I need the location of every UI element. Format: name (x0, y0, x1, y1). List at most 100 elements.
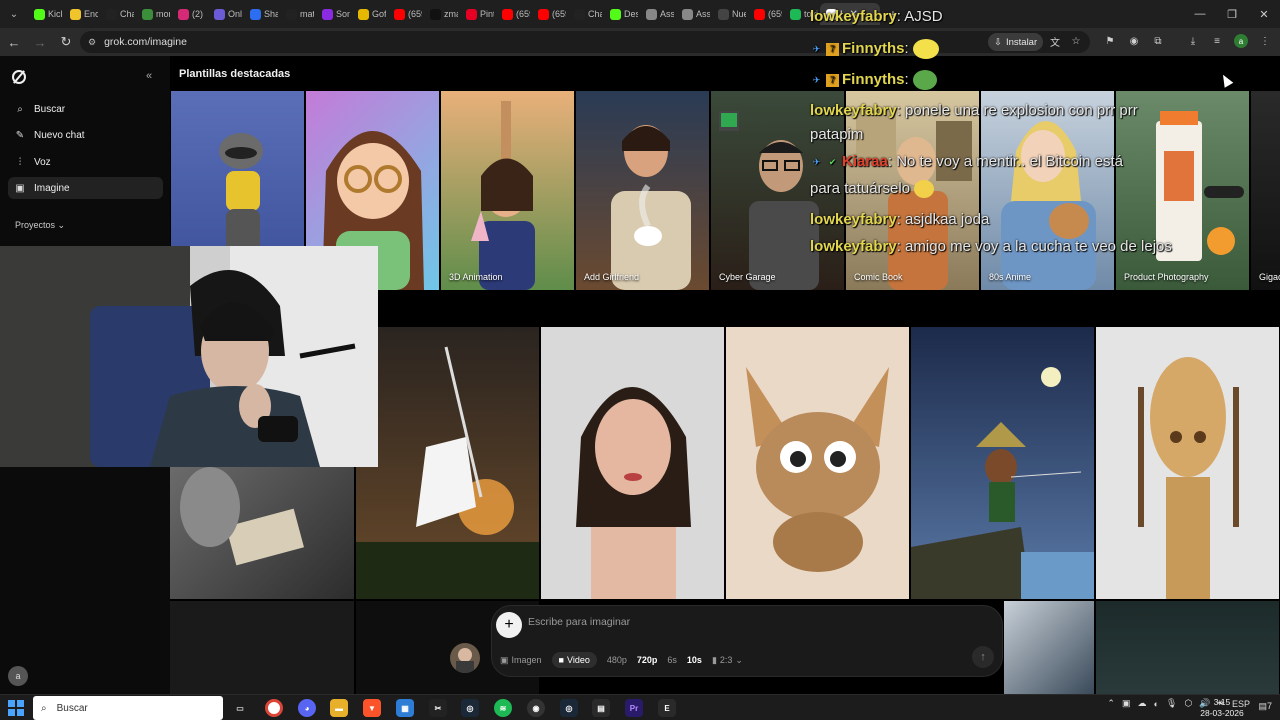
duration-6s-button[interactable]: 6s (667, 655, 677, 665)
gallery-image[interactable] (1004, 601, 1094, 694)
restore-button[interactable]: ❐ (1216, 0, 1248, 28)
steam-alt-icon[interactable]: ◎ (560, 699, 578, 717)
gallery-image[interactable] (1096, 327, 1279, 599)
aspect-ratio-icon: ▮ (711, 654, 717, 665)
browser-tab[interactable]: (659 (496, 3, 530, 25)
add-attachment-button[interactable]: + (496, 612, 522, 638)
gallery-image[interactable] (356, 327, 539, 599)
sidebar-item-imagine[interactable]: ▣ Imagine (8, 177, 163, 199)
spotify-icon[interactable]: ≋ (494, 699, 512, 717)
epic-games-icon[interactable]: E (658, 699, 676, 717)
template-card[interactable]: Gigac (1251, 91, 1280, 290)
browser-tab[interactable]: Pinte (460, 3, 494, 25)
template-card[interactable]: 3D Animation (441, 91, 574, 290)
brave-icon[interactable]: ▼ (363, 699, 381, 717)
giraffe-image (1138, 357, 1239, 599)
projects-toggle[interactable]: Proyectos ⌄ (15, 220, 65, 231)
file-explorer-icon[interactable]: ▬ (330, 699, 348, 717)
steam-icon[interactable]: ◎ (461, 699, 479, 717)
reload-button[interactable]: ↻ (54, 30, 78, 54)
premiere-icon[interactable]: Pr (625, 699, 643, 717)
user-avatar[interactable]: a (8, 666, 28, 686)
send-button[interactable]: ↑ (972, 646, 994, 668)
capcut-icon[interactable]: ✂ (429, 699, 447, 717)
tab-favicon-icon (574, 8, 585, 20)
aspect-ratio-dropdown[interactable]: ▮ 2:3 ⌄ (712, 655, 743, 666)
browser-tab[interactable]: Shar (244, 3, 278, 25)
browser-tab[interactable]: (2) In (172, 3, 206, 25)
tab-favicon-icon (430, 8, 441, 20)
browser-tab[interactable]: Gofi (352, 3, 386, 25)
browser-tab[interactable]: (659 (388, 3, 422, 25)
gallery-image[interactable] (726, 327, 909, 599)
gallery-image[interactable] (1096, 601, 1279, 694)
tray-cloud-icon[interactable]: ☁ (1137, 698, 1146, 709)
chevron-down-icon: ⌄ (735, 654, 743, 665)
tab-favicon-icon (538, 8, 549, 20)
browser-tab[interactable]: (659 (532, 3, 566, 25)
template-card[interactable]: Add Girlfriend (576, 91, 709, 290)
microphone-icon[interactable]: 🎙 (1166, 698, 1177, 709)
obs-icon[interactable]: ◉ (527, 699, 545, 717)
tab-label: Onli (228, 9, 242, 19)
tray-app2-icon[interactable]: ⬡ (1184, 698, 1192, 709)
browser-tab[interactable]: Onli (208, 3, 242, 25)
profile-avatar[interactable]: a (1234, 34, 1248, 48)
media-controls-icon[interactable]: ≡ (1210, 34, 1224, 48)
prompt-input[interactable] (528, 616, 928, 628)
app-icon[interactable]: ▤ (592, 699, 610, 717)
clock-date: 28-03-2026 (1200, 708, 1244, 718)
back-button[interactable]: ← (2, 30, 26, 54)
voice-icon: ⫶ (18, 156, 22, 168)
resolution-480-button[interactable]: 480p (607, 655, 627, 665)
gallery-image[interactable] (170, 467, 354, 599)
tray-expand-icon[interactable]: ⌃ (1107, 698, 1115, 709)
browser-tab[interactable]: Chat (568, 3, 602, 25)
browser-tab[interactable]: Ass (676, 3, 710, 25)
gallery-image[interactable] (541, 327, 724, 599)
duration-10s-button[interactable]: 10s (687, 655, 702, 665)
mode-video-button[interactable]: ■ Video (551, 652, 597, 668)
store-icon[interactable]: ▦ (396, 699, 414, 717)
sidebar-item-nuevo-chat[interactable]: ✎ Nuevo chat (8, 124, 163, 146)
browser-tab[interactable]: mon (136, 3, 170, 25)
tab-search-icon[interactable]: ⌄ (0, 0, 28, 28)
browser-menu-icon[interactable]: ⋮ (1258, 34, 1272, 48)
tray-network-icon[interactable]: ◐ (1153, 699, 1158, 709)
grok-logo[interactable] (12, 70, 26, 84)
gallery-image[interactable] (911, 327, 1094, 599)
taskbar-search[interactable]: ⌕ Buscar (33, 696, 223, 720)
tray-app-icon[interactable]: ▣ (1122, 698, 1131, 709)
start-button[interactable] (8, 700, 24, 716)
mode-image-button[interactable]: ▣ Imagen (500, 655, 542, 666)
gallery-image[interactable] (170, 601, 354, 694)
recent-image-thumbnail[interactable] (450, 643, 480, 673)
sidebar-item-voz[interactable]: ⫶ Voz (8, 151, 163, 173)
browser-tab[interactable]: Ass (640, 3, 674, 25)
forward-button[interactable]: → (28, 30, 52, 54)
clock[interactable]: 3:15 28-03-2026 (1200, 697, 1244, 719)
stream-chat-overlay: lowkeyfabry: AJSD ✈ 7 Finnyths: ✈ 7 Finnyths… (810, 8, 1190, 258)
chrome-icon[interactable] (265, 699, 283, 717)
sidebar-item-buscar[interactable]: ⌕ Buscar (8, 98, 163, 120)
browser-tab[interactable]: Des (604, 3, 638, 25)
browser-tab[interactable]: Sons (316, 3, 350, 25)
browser-tab[interactable]: Nue (712, 3, 746, 25)
task-view-icon[interactable]: ▭ (231, 699, 249, 717)
template-label: 80s Anime (989, 272, 1032, 282)
tab-favicon-icon (250, 8, 261, 20)
browser-tab[interactable]: zmar (424, 3, 458, 25)
notifications-button[interactable]: ▤7 (1258, 701, 1272, 712)
browser-tab[interactable]: mat (280, 3, 314, 25)
browser-tab[interactable]: Kick (28, 3, 62, 25)
tab-favicon-icon (646, 8, 657, 20)
site-info-icon[interactable]: ⚙ (88, 37, 96, 48)
browser-tab[interactable]: Encu (64, 3, 98, 25)
video-camera-icon: ■ (558, 655, 564, 665)
browser-tab[interactable]: Chat (100, 3, 134, 25)
discord-icon[interactable]: ◕ (298, 699, 316, 717)
resolution-720-button[interactable]: 720p (637, 655, 658, 665)
close-window-button[interactable]: ✕ (1248, 0, 1280, 28)
browser-tab[interactable]: (659 (748, 3, 782, 25)
collapse-sidebar-icon[interactable]: « (146, 70, 152, 82)
